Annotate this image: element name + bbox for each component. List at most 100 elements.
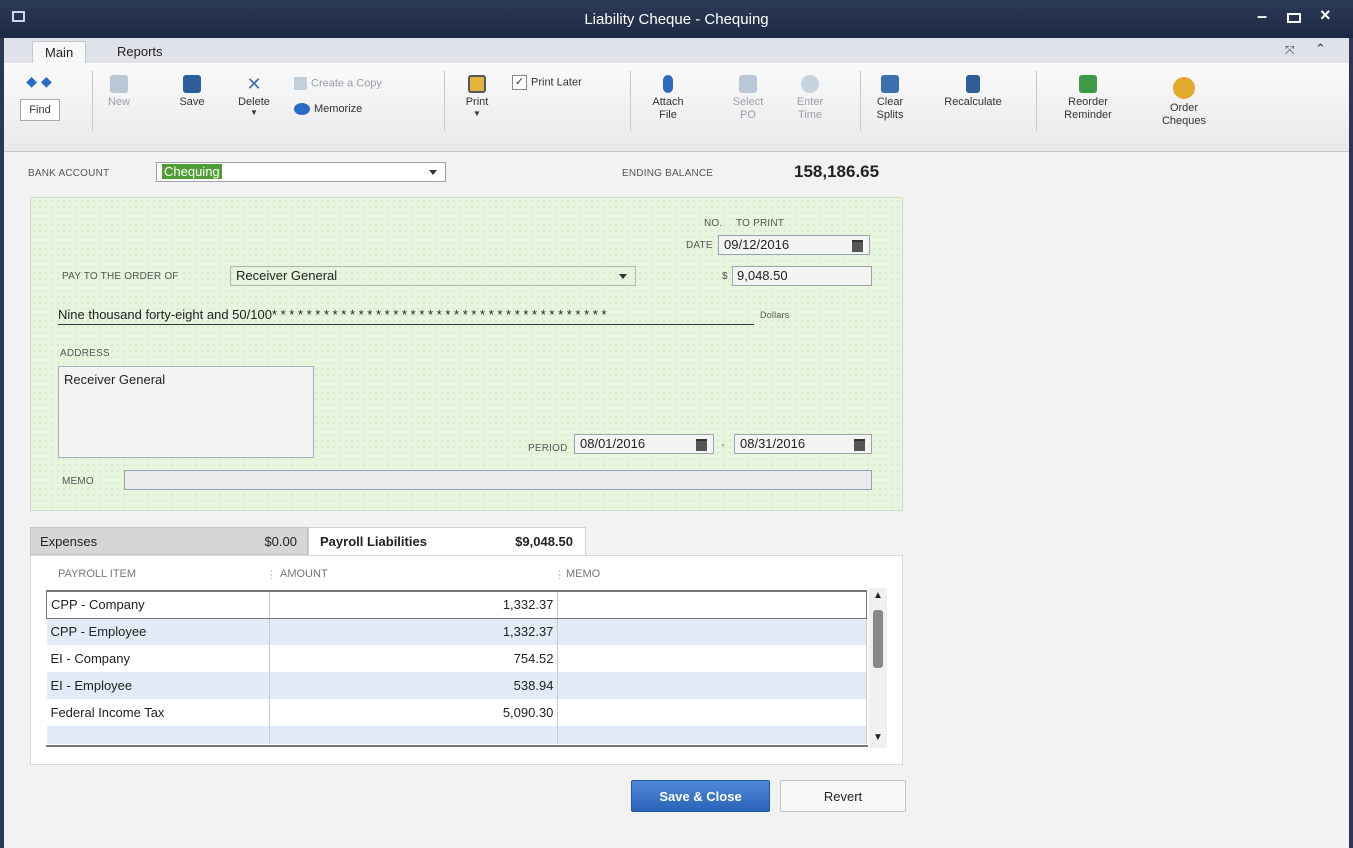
new-label: New xyxy=(107,96,130,108)
memorize-button[interactable]: Memorize xyxy=(294,103,414,116)
memo-cell[interactable] xyxy=(557,699,867,726)
save-close-button[interactable]: Save & Close xyxy=(631,780,770,812)
currency-symbol: $ xyxy=(722,271,728,282)
date-value: 09/12/2016 xyxy=(724,237,790,252)
payroll-tab-amount: $9,048.50 xyxy=(515,534,573,549)
recalculate-label: Recalculate xyxy=(944,96,1002,108)
revert-button[interactable]: Revert xyxy=(780,780,906,812)
column-header-payroll-item[interactable]: PAYROLL ITEM xyxy=(58,568,136,580)
payroll-item-cell[interactable] xyxy=(46,726,270,744)
date-field[interactable]: 09/12/2016 xyxy=(718,235,870,255)
memorize-icon xyxy=(294,103,310,116)
maximize-icon[interactable] xyxy=(1287,13,1301,23)
print-button[interactable]: Print ▼ xyxy=(460,75,494,119)
attach-file-button[interactable]: Attach File xyxy=(648,75,688,122)
memo-cell[interactable] xyxy=(557,672,867,699)
recalculate-button[interactable]: Recalculate xyxy=(928,75,1018,109)
calculator-icon xyxy=(966,75,980,93)
reorder-reminder-icon xyxy=(1079,75,1097,93)
chevron-down-icon xyxy=(619,274,627,279)
reorder-reminder-button[interactable]: Reorder Reminder xyxy=(1056,75,1120,122)
close-icon[interactable]: × xyxy=(1320,5,1331,26)
payee-value: Receiver General xyxy=(236,268,338,283)
new-button[interactable]: New xyxy=(104,75,134,109)
order-cheques-button[interactable]: Order Cheques xyxy=(1156,77,1212,128)
pay-to-label: PAY TO THE ORDER OF xyxy=(62,271,179,282)
bank-account-value: Chequing xyxy=(162,164,222,179)
amount-cell[interactable]: 1,332.37 xyxy=(269,618,559,645)
period-to-field[interactable]: 08/31/2016 xyxy=(734,434,872,454)
period-separator: - xyxy=(721,437,725,451)
previous-arrow-icon[interactable]: ◆ xyxy=(26,73,37,89)
date-label: DATE xyxy=(686,240,713,251)
print-later-label: Print Later xyxy=(531,76,582,89)
delete-dropdown-icon[interactable]: ▼ xyxy=(232,109,276,117)
amount-in-words: Nine thousand forty-eight and 50/100* * … xyxy=(58,307,754,325)
table-row[interactable]: CPP - Employee 1,332.37 xyxy=(46,618,867,645)
table-row[interactable]: EI - Company 754.52 xyxy=(46,645,867,672)
tab-main[interactable]: Main xyxy=(32,41,87,63)
create-copy-button[interactable]: Create a Copy xyxy=(294,77,434,90)
table-row[interactable]: EI - Employee 538.94 xyxy=(46,672,867,699)
amount-field[interactable]: 9,048.50 xyxy=(732,266,872,286)
scroll-up-icon[interactable]: ▲ xyxy=(873,590,883,601)
chevron-down-icon xyxy=(429,170,437,175)
tab-payroll-liabilities[interactable]: Payroll Liabilities $9,048.50 xyxy=(308,527,586,555)
checkmark-icon: ✓ xyxy=(512,75,527,90)
memo-cell[interactable] xyxy=(557,618,867,645)
amount-cell[interactable]: 754.52 xyxy=(269,645,559,672)
enter-time-button[interactable]: Enter Time xyxy=(790,75,830,122)
payroll-item-cell[interactable]: CPP - Employee xyxy=(46,618,270,645)
attach-label-1: Attach xyxy=(652,96,684,108)
bank-account-select[interactable]: Chequing xyxy=(156,162,446,182)
order-cheques-label-2: Cheques xyxy=(1161,115,1207,127)
payroll-item-cell[interactable]: CPP - Company xyxy=(46,590,270,619)
enter-time-label-2: Time xyxy=(797,109,823,121)
amount-cell[interactable]: 5,090.30 xyxy=(269,699,559,726)
amount-cell[interactable]: 1,332.37 xyxy=(269,590,559,619)
period-from-field[interactable]: 08/01/2016 xyxy=(574,434,714,454)
amount-cell[interactable] xyxy=(269,726,559,744)
memo-label: MEMO xyxy=(62,476,94,487)
next-arrow-icon[interactable]: ◆ xyxy=(41,73,52,89)
print-dropdown-icon[interactable]: ▼ xyxy=(460,109,494,119)
payroll-item-cell[interactable]: EI - Company xyxy=(46,645,270,672)
calendar-icon[interactable] xyxy=(696,439,707,451)
expand-icon[interactable]: ⤧ xyxy=(1285,43,1295,58)
save-button[interactable]: Save xyxy=(174,75,210,109)
delete-button[interactable]: ✕ Delete ▼ xyxy=(232,75,276,117)
grid-scrollbar[interactable]: ▲ ▼ xyxy=(869,588,887,748)
select-po-button[interactable]: Select PO xyxy=(728,75,768,122)
memo-field[interactable] xyxy=(124,470,872,490)
column-header-amount[interactable]: AMOUNT xyxy=(280,568,328,580)
collapse-ribbon-icon[interactable]: ⌃ xyxy=(1315,41,1326,57)
table-row[interactable]: CPP - Company 1,332.37 xyxy=(46,590,867,619)
calendar-icon[interactable] xyxy=(854,439,865,451)
payroll-item-cell[interactable]: EI - Employee xyxy=(46,672,270,699)
cheque-no-value[interactable]: TO PRINT xyxy=(736,218,784,229)
print-later-checkbox[interactable]: ✓ Print Later xyxy=(512,75,622,90)
column-header-memo[interactable]: MEMO xyxy=(566,568,600,580)
cheque-no-label: NO. xyxy=(704,218,723,229)
calendar-icon[interactable] xyxy=(852,240,863,252)
scroll-thumb[interactable] xyxy=(873,610,883,668)
payroll-item-cell[interactable]: Federal Income Tax xyxy=(46,699,270,726)
memo-cell[interactable] xyxy=(557,590,867,619)
payee-select[interactable]: Receiver General xyxy=(230,266,636,286)
save-icon xyxy=(183,75,201,93)
table-row[interactable] xyxy=(46,726,867,744)
address-field[interactable]: Receiver General xyxy=(58,366,314,458)
find-button[interactable]: Find xyxy=(20,99,60,121)
reorder-label-2: Reminder xyxy=(1064,109,1112,121)
table-row[interactable]: Federal Income Tax 5,090.30 xyxy=(46,699,867,726)
amount-cell[interactable]: 538.94 xyxy=(269,672,559,699)
tab-reports[interactable]: Reports xyxy=(105,41,175,63)
clear-splits-button[interactable]: Clear Splits xyxy=(870,75,910,122)
scroll-down-icon[interactable]: ▼ xyxy=(873,732,883,743)
memo-cell[interactable] xyxy=(557,645,867,672)
order-cheques-icon xyxy=(1173,77,1195,99)
tab-expenses[interactable]: Expenses $0.00 xyxy=(30,527,308,555)
minimize-icon[interactable]: – xyxy=(1257,6,1267,27)
memo-cell[interactable] xyxy=(557,726,867,744)
column-divider: ⋮ xyxy=(554,569,565,581)
